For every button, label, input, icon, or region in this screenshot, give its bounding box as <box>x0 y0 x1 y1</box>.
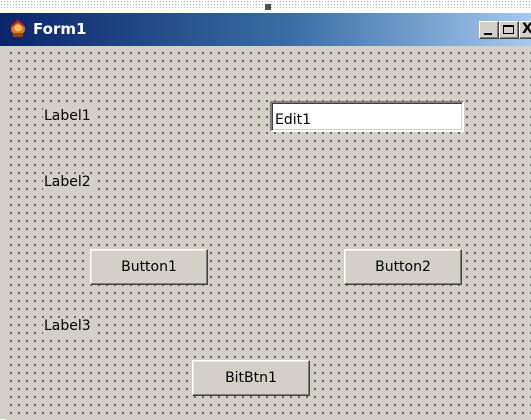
app-icon <box>8 19 28 40</box>
close-button[interactable]: X <box>519 21 531 39</box>
minimize-icon <box>484 33 492 35</box>
edit1-input[interactable] <box>270 101 464 132</box>
maximize-button[interactable] <box>499 21 519 39</box>
label3: Label3 <box>43 318 92 334</box>
form-window: Form1 X Label1 Label2 Button1 Button2 La… <box>0 12 531 420</box>
close-icon: X <box>522 22 531 37</box>
title-bar[interactable]: Form1 X <box>0 13 531 46</box>
maximize-icon <box>503 25 514 34</box>
form-client-area: Label1 Label2 Button1 Button2 Label3 Bit… <box>6 46 531 420</box>
label2: Label2 <box>43 174 92 190</box>
bitbtn1[interactable]: BitBtn1 <box>192 360 310 396</box>
minimize-button[interactable] <box>479 21 499 39</box>
button1[interactable]: Button1 <box>90 249 208 285</box>
resize-handle[interactable] <box>265 4 271 10</box>
button2[interactable]: Button2 <box>344 249 462 285</box>
label1: Label1 <box>43 108 92 124</box>
window-title: Form1 <box>33 20 87 38</box>
